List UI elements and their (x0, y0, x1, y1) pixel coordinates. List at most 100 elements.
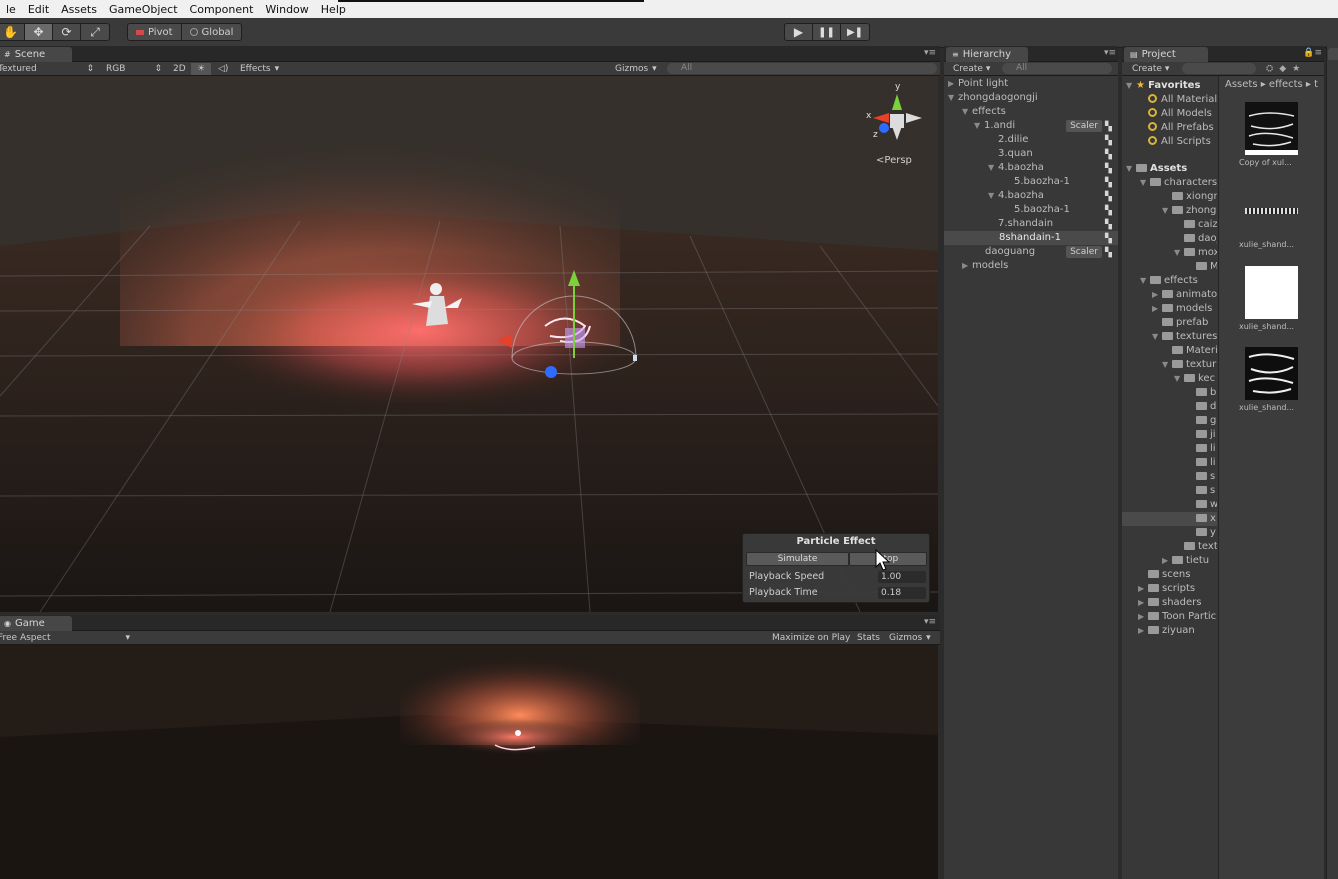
expand-arrow-icon[interactable]: ▶ (1138, 582, 1148, 596)
project-tree-item[interactable]: dao_g (1174, 232, 1217, 246)
project-tree-item[interactable]: li (1186, 442, 1216, 456)
collapse-arrow-icon[interactable]: ▼ (974, 119, 984, 133)
assets-header[interactable]: ▼ Assets (1126, 162, 1187, 176)
hierarchy-item[interactable]: 2.dilie ▚ (998, 133, 1118, 147)
project-tree-item[interactable]: d (1186, 400, 1216, 414)
scale-tool-button[interactable]: ⤢ (81, 24, 109, 40)
menu-help[interactable]: Help (315, 3, 352, 16)
simulate-button[interactable]: Simulate (746, 552, 849, 566)
checker-icon[interactable]: ▚ (1105, 232, 1115, 244)
hierarchy-item[interactable]: 5.baozha-1 ▚ (1014, 175, 1118, 189)
project-tree-item[interactable]: Materi (1162, 344, 1217, 358)
mode-2d-toggle[interactable]: 2D (173, 63, 186, 75)
scene-view[interactable]: y x z <Persp (0, 76, 938, 612)
tab-hierarchy[interactable]: ≡ Hierarchy (946, 47, 1028, 62)
hierarchy-item[interactable]: ▼ effects (962, 105, 1006, 119)
favorite-search-item[interactable]: All Prefabs (1148, 121, 1214, 135)
project-tree-item[interactable]: ji (1186, 428, 1216, 442)
menu-gameobject[interactable]: GameObject (103, 3, 184, 16)
game-view[interactable] (0, 645, 938, 879)
menu-window[interactable]: Window (259, 3, 314, 16)
hand-tool-button[interactable]: ✋ (0, 24, 25, 40)
pause-button[interactable]: ❚❚ (813, 24, 841, 40)
hierarchy-item[interactable]: 3.quan ▚ (998, 147, 1118, 161)
persp-toggle[interactable]: <Persp (876, 155, 912, 166)
star-icon[interactable]: ★ (1292, 64, 1300, 74)
project-tree-item[interactable]: ▼ textures (1152, 330, 1217, 344)
scaler-badge[interactable]: Scaler (1066, 120, 1102, 132)
tab-scene[interactable]: # Scene (0, 47, 72, 62)
expand-arrow-icon[interactable]: ▶ (962, 259, 972, 273)
panel-menu-icon[interactable]: ▾≡ (924, 617, 936, 627)
hierarchy-item[interactable]: 7.shandain ▚ (998, 217, 1118, 231)
collapse-arrow-icon[interactable]: ▼ (1174, 246, 1184, 260)
asset-thumbnail[interactable] (1245, 347, 1298, 400)
play-button[interactable]: ▶ (785, 24, 813, 40)
collapse-arrow-icon[interactable]: ▼ (1126, 162, 1136, 176)
project-tree-item[interactable]: ▶ shaders (1138, 596, 1202, 610)
collapse-arrow-icon[interactable]: ▼ (1140, 176, 1150, 190)
scene-audio-toggle[interactable]: ◁) (218, 63, 228, 75)
hierarchy-item[interactable]: ▼ 4.baozha ▚ (988, 161, 1118, 175)
project-search-input[interactable] (1182, 63, 1256, 74)
project-tree-item[interactable]: ▶ scripts (1138, 582, 1195, 596)
gizmo-z-handle[interactable] (545, 366, 557, 378)
expand-arrow-icon[interactable]: ▶ (1152, 288, 1162, 302)
effects-dropdown[interactable]: Effects ▾ (240, 63, 279, 75)
project-tree-item[interactable]: ▼ kec (1174, 372, 1215, 386)
favorite-search-item[interactable]: All Material (1148, 93, 1217, 107)
project-tree-item[interactable]: ▼ effects (1140, 274, 1198, 288)
maximize-on-play-toggle[interactable]: Maximize on Play (772, 632, 850, 644)
expand-arrow-icon[interactable]: ▶ (1138, 596, 1148, 610)
favorites-header[interactable]: ▼ ★ Favorites (1126, 79, 1200, 93)
favorite-search-item[interactable]: All Models (1148, 107, 1212, 121)
checker-icon[interactable]: ▚ (1105, 120, 1115, 132)
project-tree-item[interactable]: ▶ models (1152, 302, 1212, 316)
hierarchy-item-selected[interactable]: 8shandain-1 ▚ (944, 231, 1118, 245)
project-tree-item[interactable]: ▶ ziyuan (1138, 624, 1195, 638)
scene-search-input[interactable]: All (667, 63, 937, 74)
project-tree-item[interactable]: s (1186, 484, 1215, 498)
tab-game[interactable]: ◉ Game (0, 616, 72, 631)
lock-menu-icon[interactable]: 🔒≡ (1303, 48, 1322, 58)
panel-menu-icon[interactable]: ▾≡ (924, 48, 936, 58)
move-tool-button[interactable]: ✥ (25, 24, 53, 40)
project-tree-item[interactable]: w (1186, 498, 1217, 512)
global-button[interactable]: Global (182, 24, 242, 40)
project-tree-item[interactable]: ▼ moxin (1174, 246, 1217, 260)
hierarchy-item[interactable]: ▶ models (962, 259, 1008, 273)
project-tree-item[interactable]: y (1186, 526, 1216, 540)
pivot-button[interactable]: Pivot (128, 24, 182, 40)
collapse-arrow-icon[interactable]: ▼ (988, 189, 998, 203)
asset-thumbnail[interactable] (1245, 102, 1298, 155)
expand-arrow-icon[interactable]: ▶ (1162, 554, 1172, 568)
playback-time-field[interactable]: 0.18 (878, 587, 926, 599)
collapse-arrow-icon[interactable]: ▼ (1174, 372, 1184, 386)
checker-icon[interactable]: ▚ (1105, 204, 1115, 216)
collapse-arrow-icon[interactable]: ▼ (962, 105, 972, 119)
gizmo-handle[interactable] (633, 355, 637, 361)
rotate-tool-button[interactable]: ⟳ (53, 24, 81, 40)
expand-arrow-icon[interactable]: ▶ (948, 77, 958, 91)
step-button[interactable]: ▶❚ (841, 24, 869, 40)
project-tree-item[interactable]: li (1186, 456, 1216, 470)
hierarchy-item[interactable]: ▶ Point light (948, 77, 1008, 91)
collapse-arrow-icon[interactable]: ▼ (1162, 358, 1172, 372)
tab-inspector[interactable] (1328, 48, 1338, 60)
tab-project[interactable]: ▤ Project (1124, 47, 1208, 62)
filter-label-icon[interactable]: ◆ (1279, 64, 1286, 74)
hierarchy-item[interactable]: ▼ 1.andi Scaler ▚ (974, 119, 1118, 133)
scaler-badge[interactable]: Scaler (1066, 246, 1102, 258)
hierarchy-search-input[interactable]: All (1002, 63, 1112, 74)
favorite-search-item[interactable]: All Scripts (1148, 135, 1211, 149)
panel-menu-icon[interactable]: ▾≡ (1104, 48, 1116, 58)
hierarchy-item[interactable]: 5.baozha-1 ▚ (1014, 203, 1118, 217)
checker-icon[interactable]: ▚ (1105, 134, 1115, 146)
playback-speed-field[interactable]: 1.00 (878, 571, 926, 583)
project-tree-item[interactable]: g (1186, 414, 1216, 428)
checker-icon[interactable]: ▚ (1105, 148, 1115, 160)
project-tree-item[interactable]: ▶ tietu (1162, 554, 1209, 568)
checker-icon[interactable]: ▚ (1105, 218, 1115, 230)
checker-icon[interactable]: ▚ (1105, 176, 1115, 188)
asset-thumbnail[interactable] (1245, 266, 1298, 319)
